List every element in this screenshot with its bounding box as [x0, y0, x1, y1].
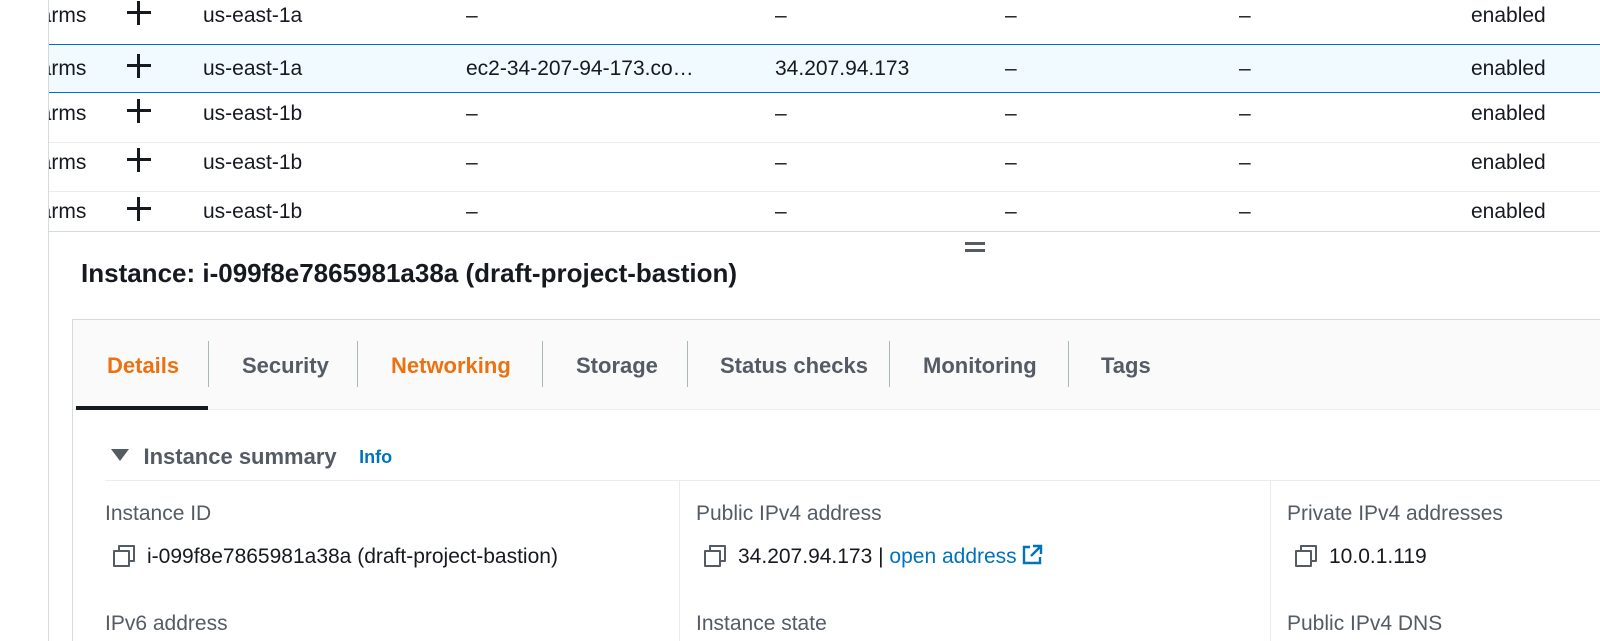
add-alarm-button[interactable] — [127, 94, 155, 143]
instance-state-label: Instance state — [696, 612, 827, 635]
column-divider — [1270, 480, 1271, 641]
add-alarm-button[interactable] — [127, 45, 155, 94]
tab-bar: Details Security Networking Storage Stat… — [73, 320, 1600, 410]
public-ip-cell: 34.207.94.173 — [775, 57, 910, 80]
panel-title: Instance: i-099f8e7865981a38a (draft-pro… — [81, 258, 738, 288]
alarm-status-cell: larms — [49, 4, 87, 27]
copy-icon[interactable] — [704, 545, 726, 568]
external-link-icon[interactable] — [1021, 544, 1043, 566]
elastic-ip-cell: – — [1005, 57, 1017, 80]
divider — [105, 480, 1600, 481]
monitoring-cell: enabled — [1471, 151, 1546, 174]
ipv6-cell: – — [1239, 102, 1251, 125]
public-ipv4-value: 34.207.94.173 | open address — [704, 543, 1043, 571]
elastic-ip-cell: – — [1005, 4, 1017, 27]
table-row[interactable]: larms us-east-1b – – – – enabled — [49, 143, 1600, 192]
plus-icon — [127, 54, 151, 79]
column-divider — [679, 480, 680, 641]
elastic-ip-cell: – — [1005, 102, 1017, 125]
tab-divider — [889, 341, 890, 387]
monitoring-cell: enabled — [1471, 200, 1546, 223]
private-ipv4-value: 10.0.1.119 — [1295, 543, 1427, 571]
info-link[interactable]: Info — [359, 447, 392, 467]
open-address-link[interactable]: open address — [889, 545, 1016, 568]
table-row[interactable]: larms us-east-1b – – – – enabled — [49, 94, 1600, 143]
tab-security[interactable]: Security — [242, 320, 329, 410]
tab-details[interactable]: Details — [107, 320, 179, 410]
private-ipv4-label: Private IPv4 addresses — [1287, 502, 1503, 525]
tab-divider — [1068, 341, 1069, 387]
separator: | — [872, 545, 890, 568]
public-ip-cell: – — [775, 4, 787, 27]
public-dns-cell: – — [466, 200, 478, 223]
monitoring-cell: enabled — [1471, 4, 1546, 27]
instances-table: larms us-east-1a – – – – enabled larms u… — [49, 0, 1600, 231]
alarm-status-cell: larms — [49, 102, 87, 125]
tab-divider — [687, 341, 688, 387]
instance-id-label: Instance ID — [105, 502, 212, 525]
public-ip-cell: – — [775, 200, 787, 223]
plus-icon — [127, 197, 151, 222]
ipv6-cell: – — [1239, 4, 1251, 27]
tab-status-checks[interactable]: Status checks — [720, 320, 868, 410]
instance-id-value: i-099f8e7865981a38a (draft-project-basti… — [113, 543, 558, 571]
alarm-status-cell: larms — [49, 151, 87, 174]
availability-zone-cell: us-east-1b — [203, 200, 303, 223]
elastic-ip-cell: – — [1005, 151, 1017, 174]
active-tab-indicator — [76, 406, 208, 410]
drag-handle-icon[interactable] — [965, 242, 985, 254]
private-ipv4-text: 10.0.1.119 — [1329, 545, 1427, 568]
availability-zone-cell: us-east-1b — [203, 102, 303, 125]
availability-zone-cell: us-east-1a — [203, 57, 303, 80]
add-alarm-button[interactable] — [127, 143, 155, 192]
public-dns-label: Public IPv4 DNS — [1287, 612, 1443, 635]
table-row[interactable]: larms us-east-1a – – – – enabled — [49, 0, 1600, 45]
public-ip-cell: – — [775, 151, 787, 174]
ipv6-address-label: IPv6 address — [105, 612, 228, 635]
availability-zone-cell: us-east-1b — [203, 151, 303, 174]
tab-networking[interactable]: Networking — [391, 320, 511, 410]
tab-monitoring[interactable]: Monitoring — [923, 320, 1037, 410]
tab-divider — [357, 341, 358, 387]
public-dns-cell: – — [466, 151, 478, 174]
plus-icon — [127, 1, 151, 26]
ipv6-cell: – — [1239, 200, 1251, 223]
instance-summary-header: Instance summary Info — [111, 444, 392, 478]
tab-divider — [208, 341, 209, 387]
monitoring-cell: enabled — [1471, 102, 1546, 125]
instance-details-panel: Instance: i-099f8e7865981a38a (draft-pro… — [49, 231, 1600, 641]
ipv6-cell: – — [1239, 151, 1251, 174]
add-alarm-button[interactable] — [127, 0, 155, 45]
table-row-selected[interactable]: larms us-east-1a ec2-34-207-94-173.co… 3… — [49, 44, 1600, 93]
instance-id-text: i-099f8e7865981a38a (draft-project-basti… — [147, 545, 558, 568]
ipv6-cell: – — [1239, 57, 1251, 80]
plus-icon — [127, 148, 151, 173]
elastic-ip-cell: – — [1005, 200, 1017, 223]
tab-storage[interactable]: Storage — [576, 320, 658, 410]
monitoring-cell: enabled — [1471, 57, 1546, 80]
copy-icon[interactable] — [1295, 545, 1317, 568]
tab-divider — [542, 341, 543, 387]
add-alarm-button[interactable] — [127, 192, 155, 231]
caret-down-icon[interactable] — [111, 449, 129, 461]
alarm-status-cell: larms — [49, 200, 87, 223]
tab-tags[interactable]: Tags — [1101, 320, 1151, 410]
details-container: Details Security Networking Storage Stat… — [72, 319, 1600, 641]
section-title[interactable]: Instance summary — [143, 444, 336, 469]
public-ip-cell: – — [775, 102, 787, 125]
plus-icon — [127, 99, 151, 124]
public-dns-cell: – — [466, 4, 478, 27]
copy-icon[interactable] — [113, 545, 135, 568]
availability-zone-cell: us-east-1a — [203, 4, 303, 27]
public-dns-cell: ec2-34-207-94-173.co… — [466, 57, 694, 80]
public-ipv4-text: 34.207.94.173 — [738, 545, 873, 568]
alarm-status-cell: larms — [49, 57, 87, 80]
table-row[interactable]: larms us-east-1b – – – – enabled — [49, 192, 1600, 231]
public-ipv4-label: Public IPv4 address — [696, 502, 882, 525]
public-dns-cell: – — [466, 102, 478, 125]
